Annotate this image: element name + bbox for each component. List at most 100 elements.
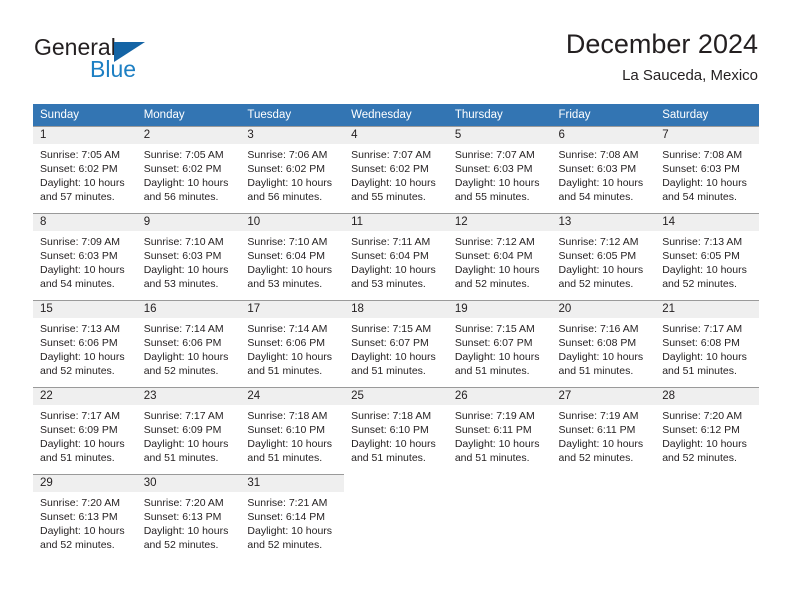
sunset-text: Sunset: 6:02 PM	[351, 163, 429, 175]
day-number-band: 17	[240, 300, 345, 318]
sunrise-text: Sunrise: 7:12 AM	[558, 236, 639, 248]
calendar-day-cell[interactable]: 17 Sunrise: 7:14 AM Sunset: 6:06 PM Dayligh…	[240, 300, 345, 378]
day-number: 3	[247, 129, 254, 141]
sunrise-text: Sunrise: 7:07 AM	[351, 149, 432, 161]
weekday-header-tuesday: Tuesday	[240, 104, 345, 126]
sunrise-text: Sunrise: 7:13 AM	[40, 323, 120, 335]
day-details: Sunrise: 7:05 AM Sunset: 6:02 PM Daylight:…	[33, 144, 137, 204]
day-number: 29	[40, 477, 53, 489]
sunset-text: Sunset: 6:09 PM	[143, 424, 222, 436]
calendar-week-row: 29 Sunrise: 7:20 AM Sunset: 6:13 PM Dayligh…	[33, 474, 759, 552]
day-number: 25	[351, 390, 364, 402]
daylight-text-line2: and 51 minutes.	[454, 452, 530, 464]
calendar-container: Sunday Monday Tuesday Wednesday Thursday…	[33, 104, 759, 552]
calendar-header-row: Sunday Monday Tuesday Wednesday Thursday…	[33, 104, 759, 126]
day-number-band: 19	[447, 300, 552, 318]
calendar-day-cell[interactable]: 24 Sunrise: 7:18 AM Sunset: 6:10 PM Dayligh…	[240, 387, 345, 465]
calendar-day-cell[interactable]: 9 Sunrise: 7:10 AM Sunset: 6:03 PM Daylight…	[136, 213, 241, 291]
sunset-text: Sunset: 6:04 PM	[351, 250, 429, 262]
page-subtitle: La Sauceda, Mexico	[622, 67, 758, 84]
daylight-text-line2: and 51 minutes.	[558, 365, 634, 377]
calendar-day-cell[interactable]: 1 Sunrise: 7:05 AM Sunset: 6:02 PM Daylight…	[33, 126, 137, 204]
day-number: 8	[40, 216, 47, 228]
calendar-day-cell[interactable]: 16 Sunrise: 7:14 AM Sunset: 6:06 PM Dayligh…	[136, 300, 241, 378]
day-number: 18	[351, 303, 364, 315]
calendar-day-cell[interactable]: 15 Sunrise: 7:13 AM Sunset: 6:06 PM Dayligh…	[33, 300, 137, 378]
calendar-day-cell[interactable]: 7 Sunrise: 7:08 AM Sunset: 6:03 PM Daylight…	[655, 126, 759, 204]
day-number-band: 3	[240, 126, 345, 144]
day-number-band	[447, 474, 552, 492]
day-number-band: 31	[240, 474, 345, 492]
calendar-day-cell[interactable]: 30 Sunrise: 7:20 AM Sunset: 6:13 PM Dayligh…	[136, 474, 241, 552]
calendar-day-cell[interactable]: 6 Sunrise: 7:08 AM Sunset: 6:03 PM Daylight…	[551, 126, 656, 204]
calendar-day-cell[interactable]: 8 Sunrise: 7:09 AM Sunset: 6:03 PM Daylight…	[33, 213, 137, 291]
day-number-band: 26	[447, 387, 552, 405]
daylight-text-line2: and 57 minutes.	[40, 191, 115, 203]
daylight-text-line1: Daylight: 10 hours	[662, 264, 747, 276]
calendar-day-cell[interactable]: 21 Sunrise: 7:17 AM Sunset: 6:08 PM Dayligh…	[655, 300, 759, 378]
day-number: 11	[351, 216, 364, 228]
calendar-day-cell[interactable]: 27 Sunrise: 7:19 AM Sunset: 6:11 PM Dayligh…	[551, 387, 656, 465]
calendar-day-cell[interactable]: 23 Sunrise: 7:17 AM Sunset: 6:09 PM Dayligh…	[136, 387, 241, 465]
daylight-text-line2: and 55 minutes.	[454, 191, 530, 203]
day-details: Sunrise: 7:20 AM Sunset: 6:13 PM Daylight:…	[137, 492, 241, 552]
day-number-band: 7	[655, 126, 759, 144]
calendar-day-cell[interactable]: 18 Sunrise: 7:15 AM Sunset: 6:07 PM Dayligh…	[344, 300, 448, 378]
daylight-text-line2: and 53 minutes.	[143, 278, 219, 290]
day-number-band: 8	[33, 213, 137, 231]
day-number: 7	[662, 129, 669, 141]
day-details: Sunrise: 7:17 AM Sunset: 6:08 PM Daylight:…	[655, 318, 759, 378]
day-details: Sunrise: 7:13 AM Sunset: 6:06 PM Daylight:…	[33, 318, 137, 378]
calendar-day-cell[interactable]: 10 Sunrise: 7:10 AM Sunset: 6:04 PM Dayligh…	[240, 213, 345, 291]
calendar-day-cell[interactable]: 4 Sunrise: 7:07 AM Sunset: 6:02 PM Daylight…	[344, 126, 448, 204]
calendar-day-cell[interactable]: 29 Sunrise: 7:20 AM Sunset: 6:13 PM Dayligh…	[33, 474, 137, 552]
daylight-text-line2: and 52 minutes.	[558, 452, 634, 464]
calendar-day-cell[interactable]: 25 Sunrise: 7:18 AM Sunset: 6:10 PM Dayligh…	[344, 387, 448, 465]
calendar-day-cell[interactable]: 19 Sunrise: 7:15 AM Sunset: 6:07 PM Dayligh…	[447, 300, 552, 378]
daylight-text-line2: and 52 minutes.	[558, 278, 634, 290]
day-details: Sunrise: 7:15 AM Sunset: 6:07 PM Daylight:…	[344, 318, 448, 378]
sunrise-text: Sunrise: 7:06 AM	[247, 149, 328, 161]
sunset-text: Sunset: 6:06 PM	[143, 337, 222, 349]
daylight-text-line2: and 53 minutes.	[247, 278, 323, 290]
sunset-text: Sunset: 6:07 PM	[351, 337, 429, 349]
day-number: 5	[454, 129, 462, 141]
daylight-text-line1: Daylight: 10 hours	[558, 264, 644, 276]
calendar-day-cell[interactable]: 20 Sunrise: 7:16 AM Sunset: 6:08 PM Dayligh…	[551, 300, 656, 378]
calendar-day-cell[interactable]: 31 Sunrise: 7:21 AM Sunset: 6:14 PM Dayligh…	[240, 474, 345, 552]
calendar-table: Sunday Monday Tuesday Wednesday Thursday…	[33, 104, 759, 552]
daylight-text-line1: Daylight: 10 hours	[40, 438, 125, 450]
day-number-band: 23	[136, 387, 241, 405]
general-blue-logo[interactable]: General Blue	[34, 34, 184, 86]
daylight-text-line1: Daylight: 10 hours	[351, 264, 436, 276]
day-number: 16	[143, 303, 157, 315]
calendar-day-cell[interactable]: 5 Sunrise: 7:07 AM Sunset: 6:03 PM Daylight…	[447, 126, 552, 204]
daylight-text-line2: and 51 minutes.	[40, 452, 115, 464]
sunrise-text: Sunrise: 7:08 AM	[662, 149, 743, 161]
calendar-day-cell[interactable]: 14 Sunrise: 7:13 AM Sunset: 6:05 PM Dayligh…	[655, 213, 759, 291]
day-number-band: 21	[655, 300, 759, 318]
sunset-text: Sunset: 6:10 PM	[247, 424, 326, 436]
weekday-header-friday: Friday	[551, 104, 656, 126]
calendar-day-cell[interactable]: 22 Sunrise: 7:17 AM Sunset: 6:09 PM Dayligh…	[33, 387, 137, 465]
sunrise-text: Sunrise: 7:05 AM	[40, 149, 120, 161]
daylight-text-line2: and 56 minutes.	[247, 191, 323, 203]
calendar-day-cell[interactable]: 26 Sunrise: 7:19 AM Sunset: 6:11 PM Dayligh…	[447, 387, 552, 465]
calendar-day-cell[interactable]: 12 Sunrise: 7:12 AM Sunset: 6:04 PM Dayligh…	[447, 213, 552, 291]
sunrise-text: Sunrise: 7:07 AM	[454, 149, 535, 161]
day-details: Sunrise: 7:08 AM Sunset: 6:03 PM Daylight:…	[552, 144, 656, 204]
calendar-day-cell[interactable]: 13 Sunrise: 7:12 AM Sunset: 6:05 PM Dayligh…	[551, 213, 656, 291]
day-number: 31	[247, 477, 261, 489]
sunset-text: Sunset: 6:03 PM	[558, 163, 637, 175]
day-number-band: 16	[136, 300, 241, 318]
sunrise-text: Sunrise: 7:19 AM	[454, 410, 535, 422]
calendar-day-cell[interactable]: 11 Sunrise: 7:11 AM Sunset: 6:04 PM Dayligh…	[344, 213, 448, 291]
week-row-spacer-cell	[33, 204, 759, 213]
calendar-day-cell[interactable]: 28 Sunrise: 7:20 AM Sunset: 6:12 PM Dayligh…	[655, 387, 759, 465]
calendar-day-cell[interactable]: 2 Sunrise: 7:05 AM Sunset: 6:02 PM Daylight…	[136, 126, 241, 204]
sunrise-text: Sunrise: 7:14 AM	[247, 323, 328, 335]
daylight-text-line2: and 51 minutes.	[662, 365, 737, 377]
calendar-day-cell[interactable]: 3 Sunrise: 7:06 AM Sunset: 6:02 PM Daylight…	[240, 126, 345, 204]
week-row-spacer-cell	[33, 378, 759, 387]
day-number-band: 30	[136, 474, 241, 492]
